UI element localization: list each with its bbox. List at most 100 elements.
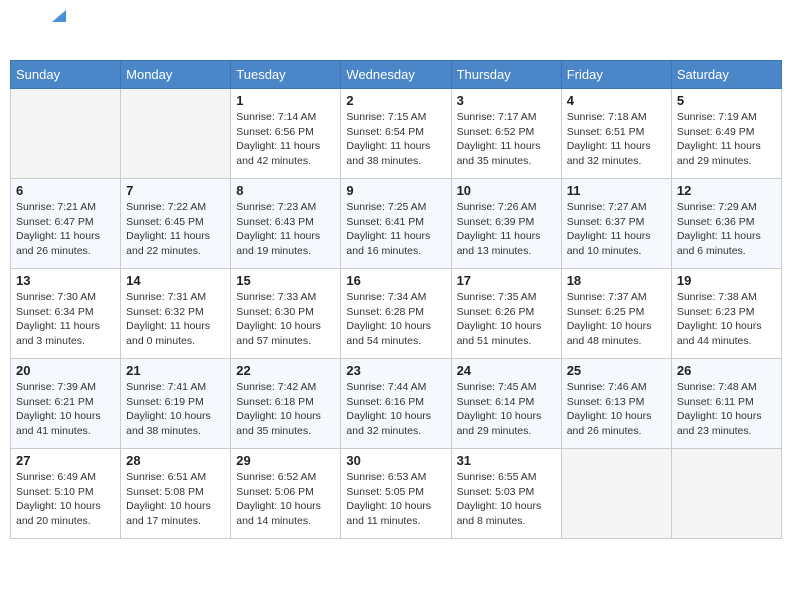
day-number: 11 [567, 183, 666, 198]
day-number: 29 [236, 453, 335, 468]
day-info: Sunrise: 7:37 AMSunset: 6:25 PMDaylight:… [567, 290, 666, 349]
day-info: Sunrise: 6:53 AMSunset: 5:05 PMDaylight:… [346, 470, 445, 529]
calendar-cell: 23 Sunrise: 7:44 AMSunset: 6:16 PMDayligh… [341, 359, 451, 449]
calendar-cell: 3 Sunrise: 7:17 AMSunset: 6:52 PMDaylight… [451, 89, 561, 179]
calendar-cell: 2 Sunrise: 7:15 AMSunset: 6:54 PMDaylight… [341, 89, 451, 179]
calendar-cell: 25 Sunrise: 7:46 AMSunset: 6:13 PMDayligh… [561, 359, 671, 449]
day-info: Sunrise: 6:52 AMSunset: 5:06 PMDaylight:… [236, 470, 335, 529]
day-header-saturday: Saturday [671, 61, 781, 89]
day-number: 18 [567, 273, 666, 288]
calendar-cell: 14Sunrise: 7:31 AMSunset: 6:32 PMDayligh… [121, 269, 231, 359]
day-info: Sunrise: 7:30 AMSunset: 6:34 PMDaylight:… [16, 290, 115, 349]
day-info: Sunrise: 7:29 AMSunset: 6:36 PMDaylight:… [677, 200, 776, 259]
day-info: Sunrise: 7:33 AMSunset: 6:30 PMDaylight:… [236, 290, 335, 349]
day-number: 2 [346, 93, 445, 108]
day-header-wednesday: Wednesday [341, 61, 451, 89]
day-number: 19 [677, 273, 776, 288]
day-info: Sunrise: 6:55 AMSunset: 5:03 PMDaylight:… [457, 470, 556, 529]
calendar-cell: 8 Sunrise: 7:23 AMSunset: 6:43 PMDaylight… [231, 179, 341, 269]
day-info: Sunrise: 7:25 AMSunset: 6:41 PMDaylight:… [346, 200, 445, 259]
day-info: Sunrise: 6:49 AMSunset: 5:10 PMDaylight:… [16, 470, 115, 529]
day-info: Sunrise: 7:14 AMSunset: 6:56 PMDaylight:… [236, 110, 335, 169]
page-header [10, 10, 782, 52]
day-number: 10 [457, 183, 556, 198]
day-number: 25 [567, 363, 666, 378]
calendar-cell: 30Sunrise: 6:53 AMSunset: 5:05 PMDayligh… [341, 449, 451, 539]
day-number: 27 [16, 453, 115, 468]
calendar-table: SundayMondayTuesdayWednesdayThursdayFrid… [10, 60, 782, 539]
logo [14, 10, 66, 52]
day-info: Sunrise: 7:15 AMSunset: 6:54 PMDaylight:… [346, 110, 445, 169]
calendar-cell [121, 89, 231, 179]
calendar-cell [11, 89, 121, 179]
day-number: 15 [236, 273, 335, 288]
day-number: 1 [236, 93, 335, 108]
calendar-cell: 15 Sunrise: 7:33 AMSunset: 6:30 PMDayligh… [231, 269, 341, 359]
day-number: 26 [677, 363, 776, 378]
day-number: 8 [236, 183, 335, 198]
day-number: 17 [457, 273, 556, 288]
calendar-cell: 21Sunrise: 7:41 AMSunset: 6:19 PMDayligh… [121, 359, 231, 449]
day-number: 28 [126, 453, 225, 468]
day-number: 31 [457, 453, 556, 468]
calendar-cell: 24 Sunrise: 7:45 AMSunset: 6:14 PMDayligh… [451, 359, 561, 449]
day-number: 16 [346, 273, 445, 288]
day-info: Sunrise: 7:18 AMSunset: 6:51 PMDaylight:… [567, 110, 666, 169]
day-info: Sunrise: 7:23 AMSunset: 6:43 PMDaylight:… [236, 200, 335, 259]
calendar-cell: 10 Sunrise: 7:26 AMSunset: 6:39 PMDayligh… [451, 179, 561, 269]
calendar-week-row: 6 Sunrise: 7:21 AMSunset: 6:47 PMDaylight… [11, 179, 782, 269]
calendar-week-row: 13 Sunrise: 7:30 AMSunset: 6:34 PMDayligh… [11, 269, 782, 359]
calendar-week-row: 20Sunrise: 7:39 AMSunset: 6:21 PMDayligh… [11, 359, 782, 449]
day-number: 9 [346, 183, 445, 198]
day-header-sunday: Sunday [11, 61, 121, 89]
day-number: 20 [16, 363, 115, 378]
day-info: Sunrise: 7:27 AMSunset: 6:37 PMDaylight:… [567, 200, 666, 259]
day-info: Sunrise: 7:22 AMSunset: 6:45 PMDaylight:… [126, 200, 225, 259]
day-number: 23 [346, 363, 445, 378]
day-info: Sunrise: 7:26 AMSunset: 6:39 PMDaylight:… [457, 200, 556, 259]
day-number: 21 [126, 363, 225, 378]
day-number: 3 [457, 93, 556, 108]
calendar-cell: 18 Sunrise: 7:37 AMSunset: 6:25 PMDayligh… [561, 269, 671, 359]
day-number: 5 [677, 93, 776, 108]
calendar-week-row: 1 Sunrise: 7:14 AMSunset: 6:56 PMDaylight… [11, 89, 782, 179]
day-info: Sunrise: 7:48 AMSunset: 6:11 PMDaylight:… [677, 380, 776, 439]
calendar-cell: 4Sunrise: 7:18 AMSunset: 6:51 PMDaylight… [561, 89, 671, 179]
calendar-cell: 28 Sunrise: 6:51 AMSunset: 5:08 PMDayligh… [121, 449, 231, 539]
calendar-cell: 7Sunrise: 7:22 AMSunset: 6:45 PMDaylight… [121, 179, 231, 269]
calendar-week-row: 27 Sunrise: 6:49 AMSunset: 5:10 PMDayligh… [11, 449, 782, 539]
day-info: Sunrise: 7:44 AMSunset: 6:16 PMDaylight:… [346, 380, 445, 439]
calendar-cell: 27 Sunrise: 6:49 AMSunset: 5:10 PMDayligh… [11, 449, 121, 539]
day-info: Sunrise: 7:38 AMSunset: 6:23 PMDaylight:… [677, 290, 776, 349]
calendar-cell: 1 Sunrise: 7:14 AMSunset: 6:56 PMDaylight… [231, 89, 341, 179]
day-number: 24 [457, 363, 556, 378]
calendar-cell: 5 Sunrise: 7:19 AMSunset: 6:49 PMDaylight… [671, 89, 781, 179]
day-info: Sunrise: 7:21 AMSunset: 6:47 PMDaylight:… [16, 200, 115, 259]
calendar-cell: 26 Sunrise: 7:48 AMSunset: 6:11 PMDayligh… [671, 359, 781, 449]
calendar-cell: 13 Sunrise: 7:30 AMSunset: 6:34 PMDayligh… [11, 269, 121, 359]
calendar-cell [671, 449, 781, 539]
calendar-cell: 12 Sunrise: 7:29 AMSunset: 6:36 PMDayligh… [671, 179, 781, 269]
logo-icon [52, 10, 66, 22]
calendar-cell: 29 Sunrise: 6:52 AMSunset: 5:06 PMDayligh… [231, 449, 341, 539]
calendar-cell: 6 Sunrise: 7:21 AMSunset: 6:47 PMDaylight… [11, 179, 121, 269]
day-info: Sunrise: 7:35 AMSunset: 6:26 PMDaylight:… [457, 290, 556, 349]
day-info: Sunrise: 7:31 AMSunset: 6:32 PMDaylight:… [126, 290, 225, 349]
day-number: 13 [16, 273, 115, 288]
day-number: 12 [677, 183, 776, 198]
day-header-tuesday: Tuesday [231, 61, 341, 89]
calendar-cell: 19 Sunrise: 7:38 AMSunset: 6:23 PMDayligh… [671, 269, 781, 359]
calendar-cell: 11 Sunrise: 7:27 AMSunset: 6:37 PMDayligh… [561, 179, 671, 269]
day-info: Sunrise: 7:45 AMSunset: 6:14 PMDaylight:… [457, 380, 556, 439]
day-info: Sunrise: 7:42 AMSunset: 6:18 PMDaylight:… [236, 380, 335, 439]
day-info: Sunrise: 7:46 AMSunset: 6:13 PMDaylight:… [567, 380, 666, 439]
day-info: Sunrise: 6:51 AMSunset: 5:08 PMDaylight:… [126, 470, 225, 529]
calendar-cell [561, 449, 671, 539]
day-info: Sunrise: 7:17 AMSunset: 6:52 PMDaylight:… [457, 110, 556, 169]
calendar-cell: 9 Sunrise: 7:25 AMSunset: 6:41 PMDaylight… [341, 179, 451, 269]
calendar-cell: 20Sunrise: 7:39 AMSunset: 6:21 PMDayligh… [11, 359, 121, 449]
day-info: Sunrise: 7:19 AMSunset: 6:49 PMDaylight:… [677, 110, 776, 169]
day-number: 22 [236, 363, 335, 378]
calendar-cell: 16Sunrise: 7:34 AMSunset: 6:28 PMDayligh… [341, 269, 451, 359]
day-number: 6 [16, 183, 115, 198]
